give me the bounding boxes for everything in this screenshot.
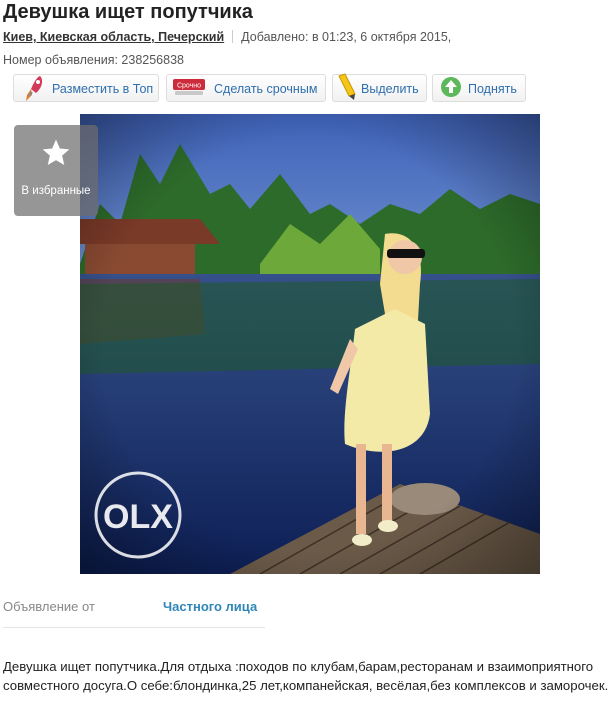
ad-title: Девушка ищет попутчика xyxy=(3,1,253,23)
seller-type-value: Частного лица xyxy=(163,599,258,614)
make-urgent-button[interactable]: Срочно Сделать срочным xyxy=(166,74,326,102)
promote-top-label: Разместить в Топ xyxy=(52,82,154,96)
raise-arrow-icon xyxy=(439,75,463,106)
favorite-label: В избранные xyxy=(21,185,91,197)
ad-number: Номер объявления: 238256838 xyxy=(3,53,184,67)
ad-description: Девушка ищет попутчика.Для отдыха :поход… xyxy=(3,659,609,693)
seller-type-row: Объявление от Частного лица xyxy=(3,599,265,628)
raise-button[interactable]: Поднять xyxy=(432,74,526,102)
rocket-icon xyxy=(22,74,48,107)
urgent-tag-icon: Срочно xyxy=(172,77,206,102)
ad-meta: Киев, Киевская область, Печерский Добавле… xyxy=(3,30,451,44)
added-date: Добавлено: в 01:23, 6 октября 2015, xyxy=(241,30,452,44)
svg-text:OLX: OLX xyxy=(103,498,173,536)
raise-label: Поднять xyxy=(468,82,517,96)
highlight-label: Выделить xyxy=(361,82,419,96)
ad-photo[interactable]: OLX xyxy=(80,114,540,574)
highlighter-icon xyxy=(335,72,359,107)
location-link[interactable]: Киев, Киевская область, Печерский xyxy=(3,30,224,44)
seller-type-label: Объявление от xyxy=(3,599,95,614)
urgent-badge: Срочно xyxy=(177,83,201,90)
star-icon xyxy=(40,137,72,174)
divider xyxy=(232,30,234,43)
add-to-favorites-button[interactable]: В избранные xyxy=(14,125,98,216)
make-urgent-label: Сделать срочным xyxy=(214,82,318,96)
highlight-button[interactable]: Выделить xyxy=(332,73,427,102)
promote-top-button[interactable]: Разместить в Топ xyxy=(13,74,159,102)
